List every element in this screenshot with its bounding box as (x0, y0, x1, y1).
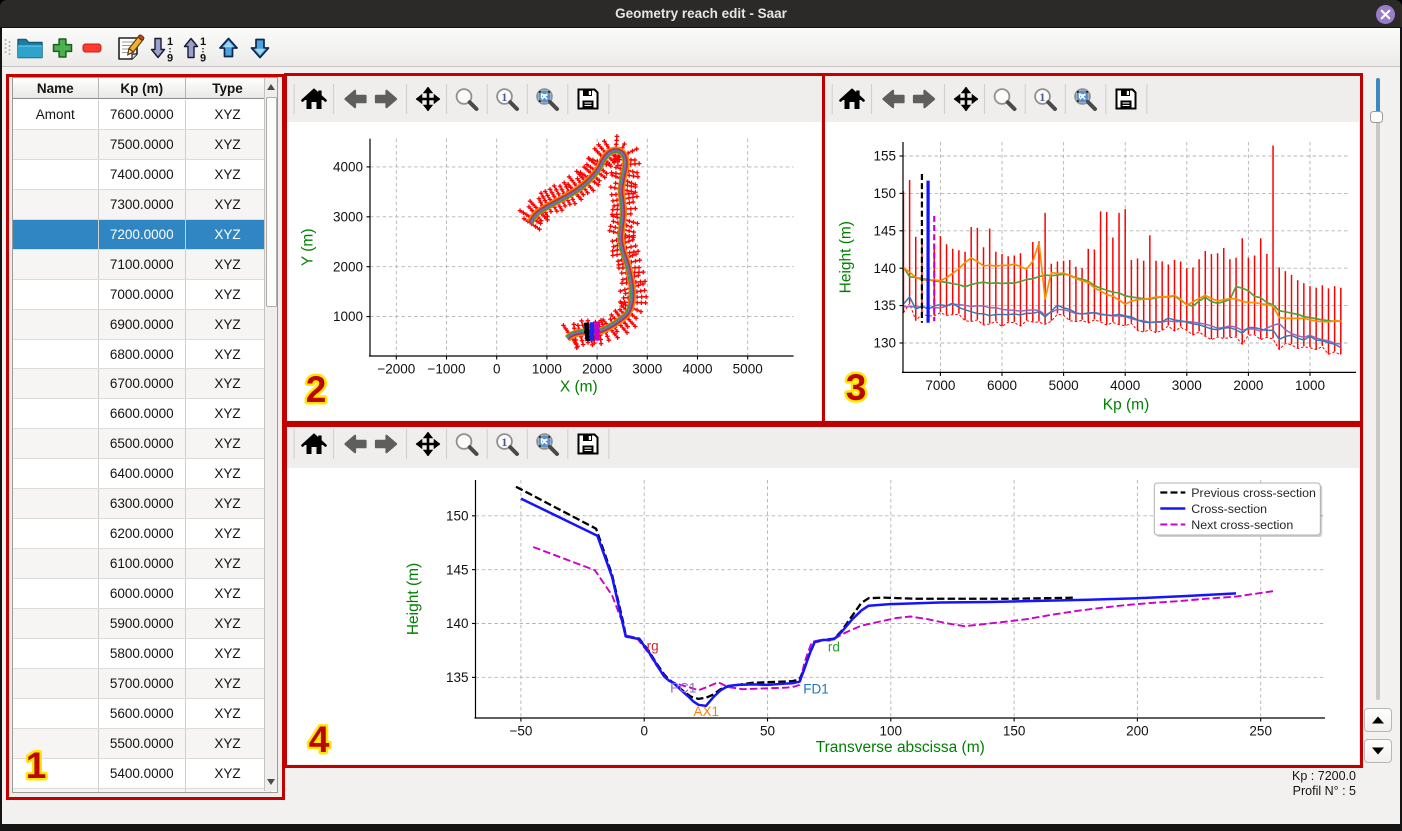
svg-text:2000: 2000 (1233, 377, 1263, 392)
svg-text:3000: 3000 (332, 209, 362, 224)
svg-text:145: 145 (445, 562, 468, 577)
svg-text:Previous cross-section: Previous cross-section (1191, 486, 1316, 500)
svg-text:5000: 5000 (732, 361, 762, 376)
svg-text:Height (m): Height (m) (837, 221, 854, 293)
svg-text:7000: 7000 (925, 377, 955, 392)
svg-text:250: 250 (1249, 724, 1272, 739)
svg-text:140: 140 (873, 260, 896, 275)
svg-text:2000: 2000 (582, 361, 612, 376)
svg-text:Y (m): Y (m) (299, 228, 316, 266)
svg-text:150: 150 (1002, 724, 1025, 739)
svg-text:1000: 1000 (332, 309, 362, 324)
svg-text:1: 1 (501, 90, 507, 104)
svg-text:3000: 3000 (632, 361, 662, 376)
svg-text:2000: 2000 (332, 259, 362, 274)
svg-text:135: 135 (445, 670, 468, 685)
svg-text:1: 1 (501, 435, 507, 449)
svg-text:155: 155 (873, 148, 896, 163)
svg-text:Cross-section: Cross-section (1191, 502, 1267, 516)
svg-text:Kp (m): Kp (m) (1102, 396, 1149, 413)
svg-text:4: 4 (309, 719, 330, 760)
svg-text:2: 2 (306, 369, 327, 410)
svg-text:150: 150 (445, 508, 468, 523)
svg-text:100: 100 (879, 724, 902, 739)
svg-text:rg: rg (646, 638, 658, 653)
svg-text:145: 145 (873, 223, 896, 238)
svg-text:4000: 4000 (332, 159, 362, 174)
svg-text:4000: 4000 (1110, 377, 1140, 392)
svg-text:6000: 6000 (986, 377, 1016, 392)
svg-text:FD1: FD1 (803, 682, 829, 697)
svg-text:50: 50 (759, 724, 774, 739)
svg-text:3000: 3000 (1171, 377, 1201, 392)
svg-text:1: 1 (200, 36, 206, 48)
svg-text:130: 130 (873, 335, 896, 350)
svg-text:PC1: PC1 (670, 680, 696, 695)
svg-text:1: 1 (167, 36, 173, 48)
svg-text:1000: 1000 (1294, 377, 1324, 392)
svg-text:1: 1 (26, 745, 47, 786)
svg-text:0: 0 (640, 724, 648, 739)
svg-text:Height (m): Height (m) (405, 563, 422, 635)
svg-text:3: 3 (846, 367, 867, 408)
svg-text:200: 200 (1126, 724, 1149, 739)
svg-text:150: 150 (873, 186, 896, 201)
svg-text:−1000: −1000 (427, 361, 465, 376)
svg-text:Transverse abscissa (m): Transverse abscissa (m) (815, 739, 984, 756)
svg-text:rd: rd (827, 640, 839, 655)
svg-text:9: 9 (167, 53, 173, 65)
svg-text:AX1: AX1 (693, 704, 719, 719)
svg-text:1: 1 (1039, 90, 1045, 104)
svg-text:1000: 1000 (531, 361, 561, 376)
svg-text:X (m): X (m) (559, 378, 597, 395)
svg-text:5000: 5000 (1048, 377, 1078, 392)
svg-text:9: 9 (200, 53, 206, 65)
svg-text:Next cross-section: Next cross-section (1191, 518, 1293, 532)
svg-text:4000: 4000 (682, 361, 712, 376)
svg-text:135: 135 (873, 298, 896, 313)
svg-text:−50: −50 (509, 724, 532, 739)
svg-text:0: 0 (492, 361, 500, 376)
svg-text:140: 140 (445, 616, 468, 631)
svg-text:−2000: −2000 (377, 361, 415, 376)
